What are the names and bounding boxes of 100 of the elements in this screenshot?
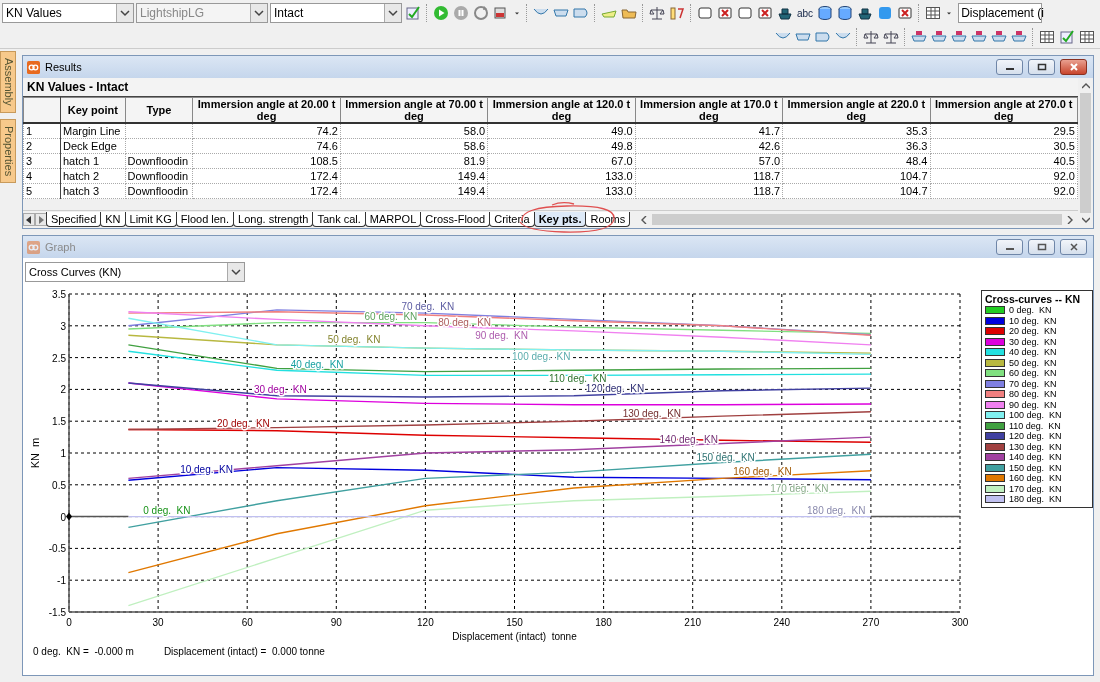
legend-title: Cross-curves -- KN — [985, 293, 1082, 305]
curve-label: 70 deg. KN — [401, 300, 455, 312]
curve-label: 0 deg. KN — [143, 504, 191, 516]
table-cell: 92.0 — [930, 183, 1078, 199]
legend-label: 130 deg. KN — [1009, 441, 1062, 452]
legend-label: 30 deg. KN — [1009, 336, 1057, 347]
table-cell: 172.4 — [192, 168, 341, 184]
legend-label: 20 deg. KN — [1009, 326, 1057, 337]
curve-label: 90 deg. KN — [475, 329, 528, 341]
x-tick-label: 30 — [152, 617, 164, 628]
curve-label: 30 deg. KN — [253, 384, 307, 396]
legend-label: 100 deg. KN — [1009, 410, 1062, 421]
y-axis-label: KN m — [29, 437, 41, 469]
curve-label: 50 deg. KN — [327, 333, 381, 345]
row-number: 4 — [23, 168, 61, 184]
table-cell: Downfloodin — [125, 168, 193, 184]
table-cell: 92.0 — [930, 168, 1078, 184]
y-tick-label: 2.5 — [52, 352, 66, 364]
table-cell: 133.0 — [487, 183, 636, 199]
table-cell: hatch 1 — [60, 153, 126, 169]
legend-label: 10 deg. KN — [1009, 315, 1057, 326]
table-cell: 81.9 — [340, 153, 488, 169]
curve-label: 170 deg. KN — [770, 482, 829, 494]
curve-label: 160 deg. KN — [733, 465, 792, 477]
table-cell: 49.0 — [487, 123, 636, 139]
table-cell: 42.6 — [635, 138, 783, 154]
x-tick-label: 240 — [773, 617, 791, 628]
status-text: Displacement (intact) = 0.000 tonne — [163, 646, 325, 657]
x-tick-label: 0 — [66, 617, 72, 628]
table-cell: 40.5 — [930, 153, 1078, 169]
y-tick-label: -1 — [57, 575, 66, 587]
y-tick-label: 3 — [60, 320, 66, 332]
table-cell: 30.5 — [930, 138, 1078, 154]
legend-label: 80 deg. KN — [1009, 389, 1057, 400]
table-cell: 49.8 — [487, 138, 636, 154]
legend-label: 40 deg. KN — [1009, 347, 1057, 358]
table-cell: 29.5 — [930, 123, 1078, 139]
curve-label: 40 deg. KN — [290, 358, 344, 370]
window-title: Results — [45, 61, 82, 73]
y-tick-label: 0.5 — [52, 479, 66, 491]
row-number: 3 — [23, 153, 61, 169]
table-cell: 149.4 — [340, 183, 488, 199]
x-tick-label: 60 — [241, 617, 253, 628]
curve-label: 110 deg. KN — [548, 372, 607, 384]
table-cell: 41.7 — [635, 123, 783, 139]
curve-label: 100 deg. KN — [512, 351, 571, 363]
y-tick-label: 1.5 — [52, 416, 66, 428]
table-cell: 118.7 — [635, 168, 783, 184]
legend-label: 70 deg. KN — [1009, 378, 1057, 389]
x-tick-label: 210 — [684, 617, 702, 628]
legend-label: 0 deg. KN — [1009, 305, 1052, 316]
y-tick-label: 3.5 — [52, 289, 66, 300]
table-cell: 133.0 — [487, 168, 636, 184]
table-cell: 67.0 — [487, 153, 636, 169]
table-cell: 74.2 — [192, 123, 341, 139]
curve-label: 130 deg. KN — [622, 407, 682, 419]
table-cell: 118.7 — [635, 183, 783, 199]
legend-label: 140 deg. KN — [1009, 452, 1062, 463]
table-cell: 74.6 — [192, 138, 341, 154]
x-tick-label: 90 — [330, 617, 342, 628]
curve-label: 150 deg. KN — [696, 452, 755, 464]
table-cell: 48.4 — [782, 153, 930, 169]
legend-label: 50 deg. KN — [1009, 357, 1057, 368]
table-cell: 35.3 — [782, 123, 930, 139]
x-axis-label: Displacement (intact) tonne — [452, 631, 577, 642]
table-cell: 58.6 — [340, 138, 488, 154]
legend-label: 150 deg. KN — [1009, 462, 1062, 473]
x-tick-label: 150 — [506, 617, 523, 628]
table-cell: Downfloodin — [125, 183, 193, 199]
table-cell: hatch 2 — [60, 168, 126, 184]
y-tick-label: -1.5 — [48, 607, 66, 618]
table-cell: 108.5 — [192, 153, 341, 169]
x-tick-label: 120 — [417, 617, 434, 628]
window-title: Graph — [45, 241, 76, 253]
y-tick-label: 1 — [60, 448, 66, 459]
x-tick-label: 270 — [862, 617, 880, 628]
x-tick-label: 180 — [595, 617, 612, 628]
y-tick-label: 2 — [60, 384, 66, 396]
legend-label: 180 deg. KN — [1009, 494, 1062, 505]
table-cell: 57.0 — [635, 153, 783, 169]
curve-label: 120 deg. KN — [585, 383, 645, 395]
table-cell: hatch 3 — [60, 183, 126, 199]
table-cell: 58.0 — [340, 123, 488, 139]
y-tick-label: -0.5 — [48, 543, 66, 555]
table-cell: 104.7 — [782, 183, 930, 199]
table-cell: 172.4 — [192, 183, 341, 199]
curve-label: 20 deg. KN — [217, 418, 270, 430]
table-cell: 36.3 — [782, 138, 930, 154]
row-number: 5 — [23, 183, 61, 199]
table-cell: Downfloodin — [125, 153, 193, 169]
table-cell: Deck Edge — [60, 138, 126, 154]
legend-label: 160 deg. KN — [1009, 473, 1062, 484]
legend-label: 90 deg. KN — [1009, 399, 1057, 410]
table-cell: Margin Line — [60, 123, 126, 139]
legend-label: 170 deg. KN — [1009, 483, 1062, 494]
legend-label: 120 deg. KN — [1009, 431, 1062, 442]
legend-label: 60 deg. KN — [1009, 368, 1057, 379]
table-cell: 104.7 — [782, 168, 930, 184]
status-text: 0 deg. KN = -0.000 m — [33, 646, 134, 657]
row-number: 2 — [23, 138, 61, 154]
